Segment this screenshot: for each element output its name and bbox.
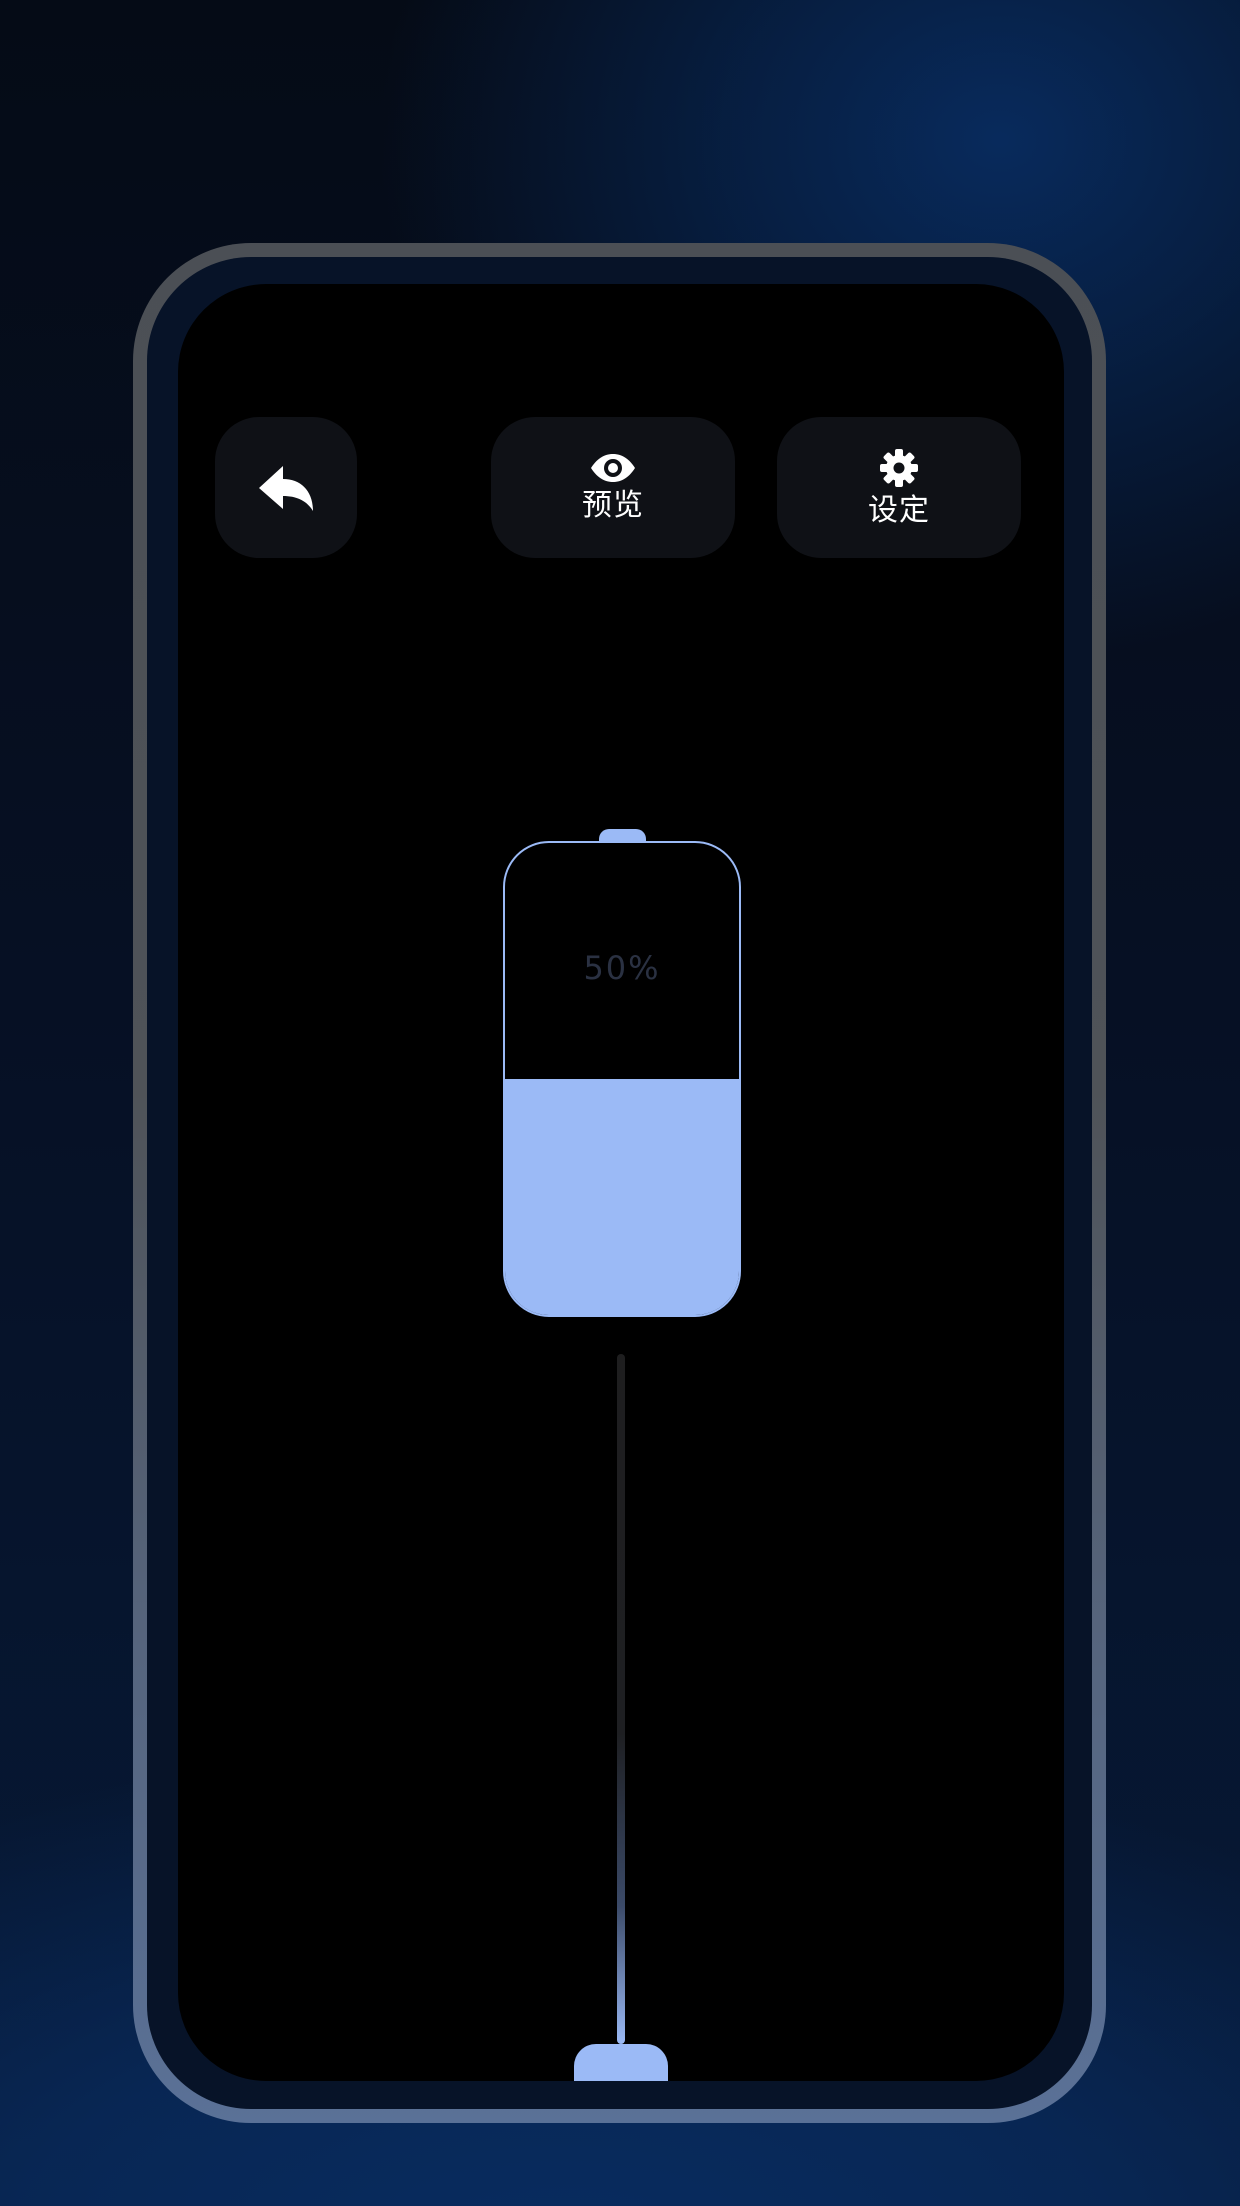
- preview-button[interactable]: 预览: [491, 417, 735, 558]
- battery-percentage: 50%: [583, 949, 661, 987]
- reply-arrow-icon: [257, 463, 315, 513]
- eye-icon: [590, 453, 636, 483]
- gear-icon: [879, 448, 919, 488]
- battery-indicator: 50%: [503, 841, 741, 1317]
- battery-fill: [505, 1079, 739, 1315]
- settings-button[interactable]: 设定: [777, 417, 1021, 558]
- charging-plug: [574, 2044, 668, 2081]
- preview-label: 预览: [582, 487, 644, 523]
- phone-screen: 预览 设定 50%: [178, 284, 1064, 2081]
- settings-label: 设定: [868, 492, 930, 528]
- back-button[interactable]: [215, 417, 357, 558]
- charging-cable: [617, 1354, 625, 2044]
